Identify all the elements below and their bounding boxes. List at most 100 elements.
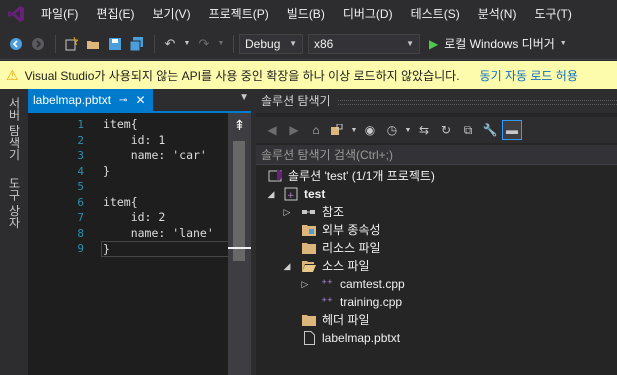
info-bar-message: Visual Studio가 사용되지 않는 API를 사용 중인 확장을 하나… [24, 68, 460, 83]
collapse-all-icon[interactable]: ⧉ [458, 120, 478, 140]
home-icon[interactable]: ⌂ [306, 120, 326, 140]
redo-dropdown-icon[interactable]: ▼ [216, 34, 226, 54]
line-number: 5 [77, 180, 84, 193]
navigate-back-icon[interactable] [6, 34, 26, 54]
expand-arrow-icon[interactable]: ▷ [282, 203, 292, 221]
undo-icon[interactable]: ↶ [160, 34, 180, 54]
properties-icon[interactable]: 🔧 [480, 120, 500, 140]
globe-icon[interactable]: ◉ [360, 120, 380, 140]
solution-configuration-select[interactable]: Debug ▼ [239, 33, 303, 54]
collapse-arrow-icon[interactable]: ◢ [282, 257, 292, 275]
new-project-icon[interactable] [61, 34, 81, 54]
collapse-arrow-icon[interactable]: ◢ [266, 185, 276, 203]
menu-file[interactable]: 파일(F) [32, 0, 87, 28]
line-number: 1 [77, 118, 84, 131]
code-line[interactable]: id: 1 [103, 133, 228, 149]
code-editor[interactable]: 1 2 3 4 5 6 7 8 9 item{ id: 1 name: 'car… [28, 113, 231, 375]
redo-icon[interactable]: ↷ [194, 34, 214, 54]
svg-text:+: + [287, 191, 295, 201]
menu-view[interactable]: 보기(V) [143, 0, 199, 28]
sync-icon[interactable]: ⇆ [414, 120, 434, 140]
tree-item-references[interactable]: ▷ 참조 [256, 203, 617, 221]
save-icon[interactable] [105, 34, 125, 54]
solution-platform-select[interactable]: x86 ▼ [308, 33, 420, 54]
solution-tree: 솔루션 'test' (1/1개 프로젝트) ◢ + test ▷ 참조 외부 … [256, 167, 617, 347]
line-number: 7 [77, 211, 84, 224]
tree-item-labelmap-pbtxt[interactable]: labelmap.pbtxt [256, 329, 617, 347]
tree-item-solution[interactable]: 솔루션 'test' (1/1개 프로젝트) [256, 167, 617, 185]
chevron-down-icon[interactable]: ▼ [350, 120, 358, 140]
code-line[interactable]: name: 'car' [103, 148, 228, 164]
tab-list-dropdown-icon[interactable]: ▼ [239, 92, 249, 103]
menu-build[interactable]: 빌드(B) [278, 0, 334, 28]
tree-item-header-files[interactable]: 헤더 파일 [256, 311, 617, 329]
tree-item-label: 솔루션 'test' (1/1개 프로젝트) [288, 169, 435, 183]
menu-tools[interactable]: 도구(T) [525, 0, 580, 28]
title-grip [338, 100, 617, 105]
current-code-line[interactable]: } [101, 241, 231, 257]
menu-edit[interactable]: 편집(E) [87, 0, 143, 28]
toolbar-separator [154, 34, 155, 53]
editor-tab-labelmap[interactable]: labelmap.pbtxt ⊸ ✕ [28, 89, 153, 111]
folder-icon [302, 223, 316, 237]
solution-explorer-search[interactable]: 솔루션 탐색기 검색(Ctrl+;) [256, 145, 617, 165]
tree-item-resource-files[interactable]: 리소스 파일 [256, 239, 617, 257]
line-number: 2 [77, 133, 84, 147]
chevron-down-icon[interactable]: ▼ [404, 120, 412, 140]
line-number: 8 [77, 226, 84, 240]
code-line[interactable]: item{ [103, 195, 228, 211]
menu-project[interactable]: 프로젝트(P) [200, 0, 278, 28]
code-text[interactable]: item{ id: 1 name: 'car' } item{ id: 2 na… [101, 117, 231, 257]
menu-debug[interactable]: 디버그(D) [334, 0, 402, 28]
tree-item-training-cpp[interactable]: ⁺⁺ training.cpp [256, 293, 617, 311]
solution-explorer-panel: 솔루션 탐색기 ◀ ▶ ⌂ ▼ ◉ ◷ ▼ ⇆ ↻ ⧉ 🔧 ▬ 솔루션 탐색기 … [256, 89, 617, 375]
server-explorer-tab[interactable]: 서버 탐색기 [6, 97, 23, 160]
scroll-thumb[interactable] [233, 141, 245, 261]
run-button-label: 로컬 Windows 디버거 [444, 37, 555, 51]
undo-dropdown-icon[interactable]: ▼ [182, 34, 192, 54]
tree-item-external-dependencies[interactable]: 외부 종속성 [256, 221, 617, 239]
menu-test[interactable]: 테스트(S) [402, 0, 469, 28]
menu-bar: 파일(F) 편집(E) 보기(V) 프로젝트(P) 빌드(B) 디버그(D) 테… [0, 0, 617, 28]
split-window-icon[interactable]: ⇞ [228, 117, 251, 133]
code-line[interactable] [103, 179, 228, 195]
chevron-down-icon[interactable]: ▼ [560, 40, 567, 47]
tree-item-label: 외부 종속성 [322, 223, 381, 237]
project-icon: + [284, 187, 298, 201]
line-number: 3 [77, 149, 84, 162]
editor-vertical-scrollbar[interactable]: ⇞ [228, 113, 251, 375]
info-bar-link[interactable]: 동기 자동 로드 허용 [480, 67, 578, 84]
editor-tab-strip: labelmap.pbtxt ⊸ ✕ ▼ [28, 89, 251, 113]
switch-views-icon[interactable] [328, 120, 348, 140]
editor-tab-label: labelmap.pbtxt [33, 93, 112, 107]
start-debugging-button[interactable]: ▶ 로컬 Windows 디버거 ▼ [425, 33, 571, 55]
text-file-icon [302, 331, 316, 345]
indicator-margin [28, 113, 48, 375]
tree-item-label: camtest.cpp [340, 277, 405, 291]
code-line[interactable]: name: 'lane' [103, 226, 228, 242]
solution-explorer-title-bar[interactable]: 솔루션 탐색기 [256, 89, 617, 113]
tree-item-source-files[interactable]: ◢ 소스 파일 [256, 257, 617, 275]
tree-item-project[interactable]: ◢ + test [256, 185, 617, 203]
open-file-icon[interactable] [83, 34, 103, 54]
close-icon[interactable]: ✕ [135, 93, 145, 107]
warning-icon: ⚠ [6, 66, 19, 83]
expand-arrow-icon[interactable]: ▷ [300, 275, 310, 293]
tree-item-label: 헤더 파일 [322, 313, 370, 327]
save-all-icon[interactable] [127, 34, 147, 54]
code-line[interactable]: } [103, 164, 228, 180]
back-icon[interactable]: ◀ [262, 120, 282, 140]
chevron-down-icon: ▼ [289, 39, 297, 48]
pin-icon[interactable]: ⊸ [119, 95, 127, 106]
navigate-forward-icon[interactable] [28, 34, 48, 54]
preview-selected-items-icon[interactable]: ▬ [502, 120, 522, 140]
forward-icon[interactable]: ▶ [284, 120, 304, 140]
code-line[interactable]: item{ [103, 117, 228, 133]
code-line[interactable]: id: 2 [103, 210, 228, 226]
menu-analyze[interactable]: 분석(N) [469, 0, 526, 28]
history-icon[interactable]: ◷ [382, 120, 402, 140]
toolbox-tab[interactable]: 도구 상자 [6, 177, 23, 228]
tree-item-label: training.cpp [340, 295, 403, 309]
tree-item-camtest-cpp[interactable]: ▷ ⁺⁺ camtest.cpp [256, 275, 617, 293]
refresh-icon[interactable]: ↻ [436, 120, 456, 140]
